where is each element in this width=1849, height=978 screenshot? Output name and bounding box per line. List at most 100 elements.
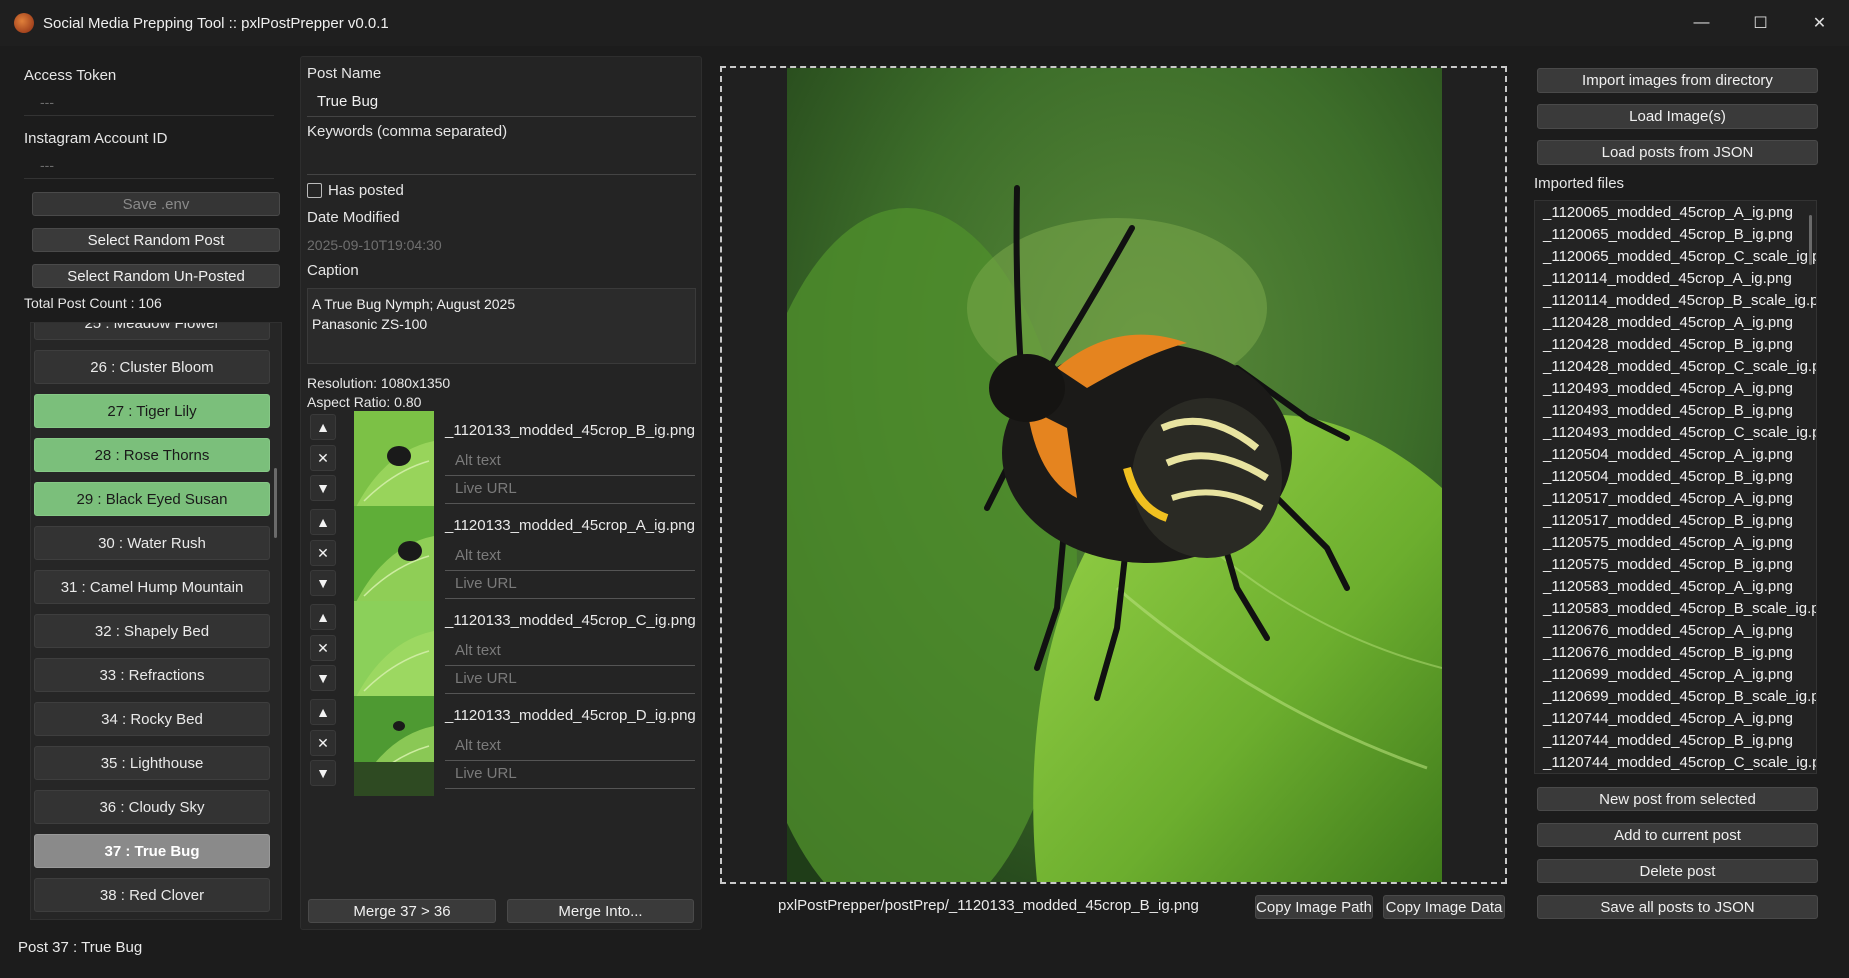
post-list[interactable]: 25 : Meadow Flower 26 : Cluster Bloom 27 … [30, 322, 282, 920]
alt-text-input[interactable]: Alt text [445, 446, 695, 476]
image-path-label: pxlPostPrepper/postPrep/_1120133_modded_… [778, 897, 1199, 914]
has-posted-checkbox[interactable] [307, 183, 322, 198]
post-item[interactable]: 36 : Cloudy Sky [34, 790, 270, 824]
image-thumbnail[interactable] [354, 601, 434, 701]
post-item[interactable]: 33 : Refractions [34, 658, 270, 692]
imported-file-item[interactable]: _1120676_modded_45crop_A_ig.png [1543, 622, 1793, 639]
copy-image-path-button[interactable]: Copy Image Path [1255, 895, 1373, 919]
imported-file-item[interactable]: _1120493_modded_45crop_C_scale_ig.png [1543, 424, 1816, 441]
post-name-input[interactable]: True Bug [307, 87, 696, 117]
imported-file-item[interactable]: _1120676_modded_45crop_B_ig.png [1543, 644, 1793, 661]
move-up-button[interactable]: ▲ [310, 604, 336, 630]
imported-files-list[interactable]: _1120065_modded_45crop_A_ig.png _1120065_… [1534, 200, 1817, 774]
image-filename: _1120133_modded_45crop_A_ig.png [445, 517, 695, 534]
post-item[interactable]: 37 : True Bug [34, 834, 270, 868]
live-url-input[interactable]: Live URL [445, 474, 695, 504]
new-post-from-selected-button[interactable]: New post from selected [1537, 787, 1818, 811]
live-url-input[interactable]: Live URL [445, 664, 695, 694]
load-json-button[interactable]: Load posts from JSON [1537, 140, 1818, 165]
live-url-input[interactable]: Live URL [445, 759, 695, 789]
post-item[interactable]: 35 : Lighthouse [34, 746, 270, 780]
save-posts-json-button[interactable]: Save all posts to JSON [1537, 895, 1818, 919]
remove-image-button[interactable]: ✕ [310, 445, 336, 471]
imported-file-item[interactable]: _1120583_modded_45crop_B_scale_ig.png [1543, 600, 1816, 617]
maximize-button[interactable]: ☐ [1731, 0, 1790, 46]
delete-post-button[interactable]: Delete post [1537, 859, 1818, 883]
imported-file-item[interactable]: _1120583_modded_45crop_A_ig.png [1543, 578, 1793, 595]
load-images-button[interactable]: Load Image(s) [1537, 104, 1818, 129]
imported-file-item[interactable]: _1120699_modded_45crop_B_scale_ig.png [1543, 688, 1816, 705]
file-list-scrollbar[interactable] [1809, 215, 1812, 265]
imported-file-item[interactable]: _1120428_modded_45crop_A_ig.png [1543, 314, 1793, 331]
move-up-button[interactable]: ▲ [310, 414, 336, 440]
move-down-button[interactable]: ▼ [310, 570, 336, 596]
imported-file-item[interactable]: _1120428_modded_45crop_B_ig.png [1543, 336, 1793, 353]
post-item[interactable]: 26 : Cluster Bloom [34, 350, 270, 384]
image-thumbnail[interactable] [354, 411, 434, 511]
move-down-button[interactable]: ▼ [310, 665, 336, 691]
add-to-current-post-button[interactable]: Add to current post [1537, 823, 1818, 847]
account-id-input[interactable]: --- [24, 151, 274, 179]
close-window-button[interactable]: ✕ [1790, 0, 1849, 46]
image-filename: _1120133_modded_45crop_C_ig.png [445, 612, 696, 629]
resolution-text: Resolution: 1080x1350 [307, 375, 451, 391]
imported-file-item[interactable]: _1120428_modded_45crop_C_scale_ig.png [1543, 358, 1816, 375]
post-item[interactable]: 31 : Camel Hump Mountain [34, 570, 270, 604]
copy-image-data-button[interactable]: Copy Image Data [1383, 895, 1505, 919]
remove-image-button[interactable]: ✕ [310, 730, 336, 756]
imported-files-label: Imported files [1534, 175, 1625, 192]
post-list-scrollbar[interactable] [274, 468, 277, 538]
caption-textarea[interactable]: A True Bug Nymph; August 2025 Panasonic … [307, 288, 696, 364]
alt-text-input[interactable]: Alt text [445, 636, 695, 666]
image-thumbnail[interactable] [354, 696, 434, 796]
imported-file-item[interactable]: _1120065_modded_45crop_C_scale_ig.png [1543, 248, 1816, 265]
imported-file-item[interactable]: _1120065_modded_45crop_B_ig.png [1543, 226, 1793, 243]
move-down-button[interactable]: ▼ [310, 760, 336, 786]
imported-file-item[interactable]: _1120575_modded_45crop_A_ig.png [1543, 534, 1793, 551]
post-item[interactable]: 32 : Shapely Bed [34, 614, 270, 648]
remove-image-button[interactable]: ✕ [310, 540, 336, 566]
post-item[interactable]: 25 : Meadow Flower [34, 323, 270, 340]
remove-image-button[interactable]: ✕ [310, 635, 336, 661]
imported-file-item[interactable]: _1120517_modded_45crop_A_ig.png [1543, 490, 1793, 507]
imported-file-item[interactable]: _1120575_modded_45crop_B_ig.png [1543, 556, 1793, 573]
minimize-button[interactable]: — [1672, 0, 1731, 46]
select-random-post-button[interactable]: Select Random Post [32, 228, 280, 252]
window-controls: — ☐ ✕ [1672, 0, 1849, 46]
post-item[interactable]: 28 : Rose Thorns [34, 438, 270, 472]
imported-file-item[interactable]: _1120744_modded_45crop_A_ig.png [1543, 710, 1793, 727]
imported-file-item[interactable]: _1120493_modded_45crop_A_ig.png [1543, 380, 1793, 397]
alt-text-input[interactable]: Alt text [445, 541, 695, 571]
has-posted-label: Has posted [328, 182, 404, 199]
post-item[interactable]: 27 : Tiger Lily [34, 394, 270, 428]
access-token-input[interactable]: --- [24, 88, 274, 116]
live-url-input[interactable]: Live URL [445, 569, 695, 599]
imported-file-item[interactable]: _1120065_modded_45crop_A_ig.png [1543, 204, 1793, 221]
imported-file-item[interactable]: _1120114_modded_45crop_A_ig.png [1543, 270, 1792, 287]
move-up-button[interactable]: ▲ [310, 509, 336, 535]
image-preview-frame [720, 66, 1507, 884]
post-item[interactable]: 38 : Red Clover [34, 878, 270, 912]
post-item[interactable]: 30 : Water Rush [34, 526, 270, 560]
imported-file-item[interactable]: _1120517_modded_45crop_B_ig.png [1543, 512, 1793, 529]
aspect-ratio-text: Aspect Ratio: 0.80 [307, 394, 422, 410]
imported-file-item[interactable]: _1120504_modded_45crop_B_ig.png [1543, 468, 1793, 485]
select-random-unposted-button[interactable]: Select Random Un-Posted [32, 264, 280, 288]
keywords-input[interactable] [307, 145, 696, 175]
import-directory-button[interactable]: Import images from directory [1537, 68, 1818, 93]
merge-into-button[interactable]: Merge Into... [507, 899, 694, 923]
imported-file-item[interactable]: _1120114_modded_45crop_B_scale_ig.png [1543, 292, 1816, 309]
imported-file-item[interactable]: _1120744_modded_45crop_C_scale_ig.png [1543, 754, 1816, 771]
move-down-button[interactable]: ▼ [310, 475, 336, 501]
alt-text-input[interactable]: Alt text [445, 731, 695, 761]
imported-file-item[interactable]: _1120493_modded_45crop_B_ig.png [1543, 402, 1793, 419]
move-up-button[interactable]: ▲ [310, 699, 336, 725]
image-thumbnail[interactable] [354, 506, 434, 606]
imported-file-item[interactable]: _1120699_modded_45crop_A_ig.png [1543, 666, 1793, 683]
imported-file-item[interactable]: _1120744_modded_45crop_B_ig.png [1543, 732, 1793, 749]
post-item[interactable]: 29 : Black Eyed Susan [34, 482, 270, 516]
save-env-button[interactable]: Save .env [32, 192, 280, 216]
imported-file-item[interactable]: _1120504_modded_45crop_A_ig.png [1543, 446, 1793, 463]
merge-previous-button[interactable]: Merge 37 > 36 [308, 899, 496, 923]
post-item[interactable]: 34 : Rocky Bed [34, 702, 270, 736]
